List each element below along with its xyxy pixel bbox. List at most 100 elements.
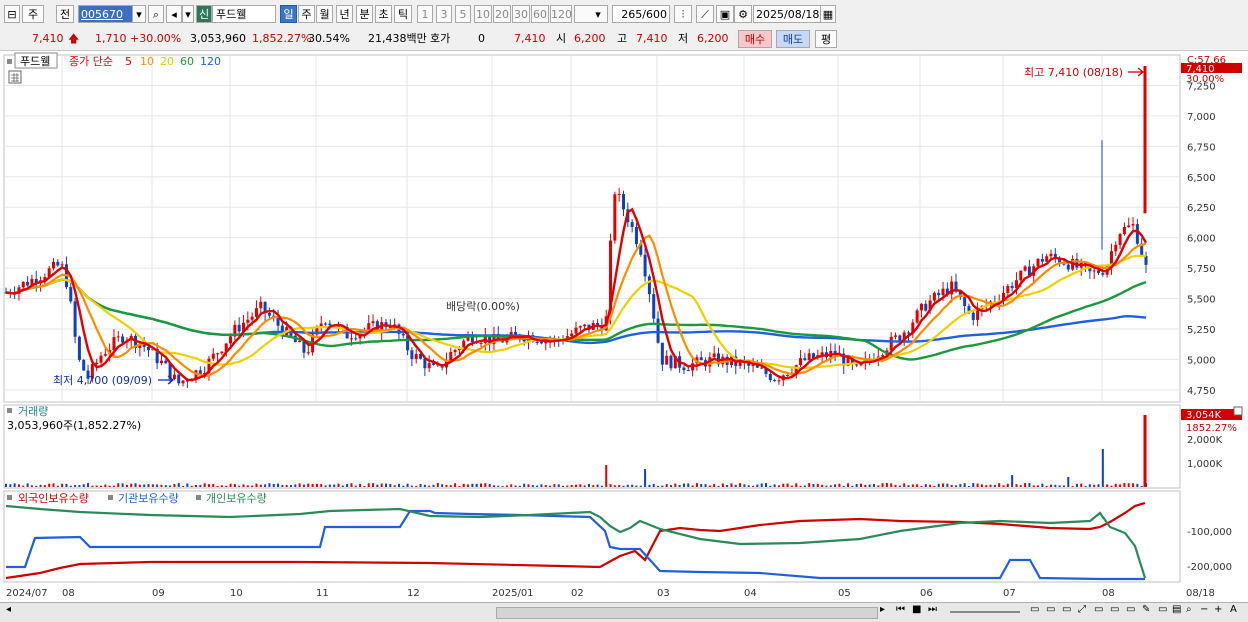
buy-button[interactable]: 매수: [738, 30, 772, 48]
tab-tick[interactable]: 틱: [394, 5, 412, 23]
save-icon[interactable]: ▣: [716, 5, 734, 23]
layout-icon[interactable]: ▭: [1062, 604, 1071, 615]
ma-60-label[interactable]: 60: [180, 55, 194, 68]
scroll-left-icon[interactable]: ◂: [6, 604, 11, 615]
volume-bar: [881, 483, 884, 487]
volume-bar: [130, 483, 133, 487]
volume-bar: [557, 484, 560, 487]
volume-bar: [765, 483, 767, 487]
interval-20[interactable]: 20: [493, 5, 511, 23]
interval-5[interactable]: 5: [455, 5, 471, 23]
interval-10[interactable]: 10: [474, 5, 492, 23]
layout-icon[interactable]: ▭: [1046, 604, 1055, 615]
volume-bar: [1032, 485, 1035, 487]
tool-icon[interactable]: ✎: [1142, 604, 1150, 615]
rewind-icon[interactable]: ⏮: [896, 604, 905, 615]
price-axis: [1181, 55, 1244, 402]
interval-60[interactable]: 60: [531, 5, 549, 23]
chevron-down-icon[interactable]: ▾: [182, 5, 194, 23]
volume-bar: [855, 483, 858, 487]
tab-second[interactable]: 초: [375, 5, 392, 23]
zoom-slider[interactable]: [950, 611, 1020, 613]
close-icon[interactable]: [1233, 406, 1243, 416]
candle-body: [427, 363, 431, 369]
candle-body: [535, 341, 539, 343]
scroll-thumb[interactable]: [496, 607, 878, 619]
interval-1[interactable]: 1: [417, 5, 433, 23]
layout-icon[interactable]: ▭: [1158, 604, 1167, 615]
date-field[interactable]: 2025/08/18: [753, 5, 821, 23]
volume-bar: [777, 485, 780, 487]
stop-icon[interactable]: ■: [912, 604, 921, 615]
layout-icon[interactable]: ▭: [1094, 604, 1103, 615]
chart-area[interactable]: 푸드웰 종가 단순 5 10 20 60 120 최고 7,410 (08/18…: [0, 51, 1248, 602]
zoom-out-icon[interactable]: −: [1200, 604, 1208, 615]
volume-panel: [3, 404, 1181, 489]
market-select[interactable]: 주: [22, 5, 44, 23]
zoom-in-icon[interactable]: +: [1214, 604, 1222, 615]
window-icon[interactable]: ⊟: [4, 5, 20, 23]
interval-30[interactable]: 30: [512, 5, 530, 23]
layout-icon[interactable]: ▭: [1126, 604, 1135, 615]
sell-button[interactable]: 매도: [776, 30, 810, 48]
candle-body: [26, 281, 30, 286]
speaker-icon[interactable]: ◂: [166, 5, 182, 23]
volume-bar: [160, 484, 163, 487]
print-icon[interactable]: ▤: [1172, 604, 1181, 615]
layout-icon[interactable]: ▭: [1110, 604, 1119, 615]
gear-icon[interactable]: ⚙: [734, 5, 752, 23]
calendar-icon[interactable]: ▦: [820, 5, 836, 23]
layout-icon[interactable]: ▭: [1030, 604, 1039, 615]
candle-type-icon[interactable]: ⫶: [674, 5, 692, 23]
volume-bar: [112, 485, 115, 487]
candle-body: [570, 333, 574, 337]
tab-minute[interactable]: 분: [356, 5, 373, 23]
volume-bar: [933, 485, 936, 487]
chevron-down-icon[interactable]: ▾: [132, 5, 146, 23]
font-icon[interactable]: A: [1230, 604, 1237, 615]
count-field[interactable]: 265/600: [612, 5, 670, 23]
volume-bar: [104, 484, 107, 487]
volume-bar: [147, 484, 150, 487]
volume-bar: [1050, 484, 1052, 487]
candle-body: [172, 374, 176, 380]
toolbar: ⊟ 주 전 005670 ▾ ⌕ ◂ ▾ 신 푸드웰 일 주 월 년 분 초 틱…: [0, 0, 1248, 29]
scroll-right-icon[interactable]: ▸: [880, 604, 885, 615]
interval-dropdown[interactable]: ▾: [574, 5, 608, 23]
stock-code-input[interactable]: 005670: [78, 5, 138, 23]
candle-body: [1045, 256, 1049, 262]
interval-3[interactable]: 3: [436, 5, 452, 23]
ma-5-label[interactable]: 5: [125, 55, 132, 68]
interval-120[interactable]: 120: [550, 5, 572, 23]
volume-bar: [445, 484, 448, 487]
ma-120-label[interactable]: 120: [200, 55, 221, 68]
line-tool-icon[interactable]: ⟋: [696, 5, 714, 23]
tab-month[interactable]: 월: [316, 5, 333, 23]
volume-tick-2000k: 2,000K: [1187, 435, 1223, 446]
volume-bar: [281, 484, 284, 487]
ma-10-label[interactable]: 10: [140, 55, 154, 68]
candle-body: [449, 352, 453, 361]
volume-bar: [1088, 484, 1091, 487]
candle-body: [777, 380, 781, 382]
price-chart-svg[interactable]: 푸드웰 종가 단순 5 10 20 60 120 최고 7,410 (08/18…: [0, 51, 1248, 602]
legend-square-icon: [7, 59, 12, 64]
prev-button[interactable]: 전: [56, 5, 74, 23]
candle-body: [941, 288, 945, 296]
stock-name-field[interactable]: 푸드웰: [212, 5, 276, 23]
scroll-bar[interactable]: ◂ ▸ ⏮ ■ ⏭ ▭ ▭ ▭ ⤢ ▭ ▭ ▭ ✎ ▭ ▤ ⌕ − + A: [0, 602, 1248, 622]
volume-bar: [592, 485, 595, 487]
tab-year[interactable]: 년: [336, 5, 353, 23]
ma-20-label[interactable]: 20: [160, 55, 174, 68]
tab-day[interactable]: 일: [280, 5, 297, 23]
volume-bar: [549, 485, 552, 487]
tab-week[interactable]: 주: [298, 5, 315, 23]
eval-button[interactable]: 평: [815, 30, 837, 48]
volume: 3,053,960: [190, 32, 246, 45]
scale-icon[interactable]: ⤢: [1078, 604, 1086, 615]
volume-bar: [1110, 485, 1113, 487]
forward-icon[interactable]: ⏭: [928, 604, 937, 615]
candle-body: [1097, 270, 1100, 274]
search-icon[interactable]: ⌕: [148, 5, 164, 23]
magnifier-icon[interactable]: ⌕: [1186, 604, 1192, 615]
